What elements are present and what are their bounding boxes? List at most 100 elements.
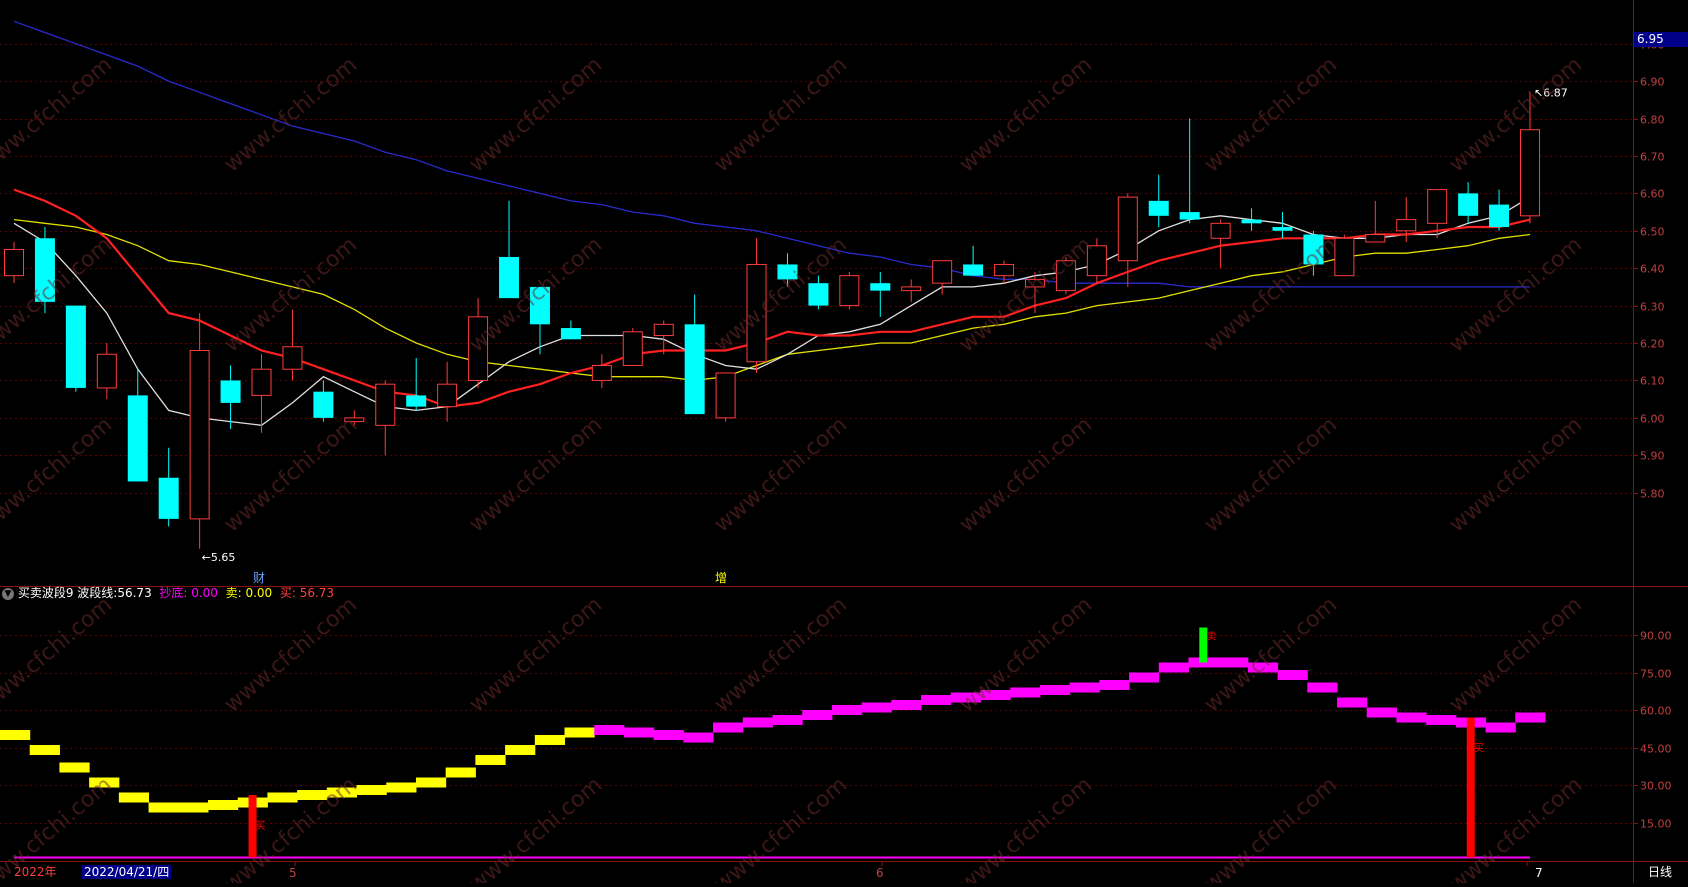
candle-body: [96, 353, 117, 389]
event-marker-zeng[interactable]: 增: [715, 571, 727, 585]
wave-step-segment: [386, 782, 417, 793]
wave-step-segment: [59, 762, 90, 773]
indicator-tick-label: 30.00: [1640, 780, 1672, 793]
wave-step-segment: [861, 702, 892, 713]
wave-step-segment: [891, 700, 922, 710]
buy-signal-bar: [1466, 717, 1475, 858]
candle-body: [1334, 237, 1355, 277]
candle-body: [901, 286, 922, 292]
wave-step-segment: [623, 727, 655, 738]
candle-body: [437, 383, 458, 408]
buy-signal-label: 买: [256, 820, 266, 832]
wave-step-segment: [356, 785, 387, 795]
wave-step-segment: [0, 730, 31, 740]
wave-line-value: 56.73: [117, 586, 152, 600]
candle: [839, 271, 860, 310]
wave-step-segment: [1069, 682, 1100, 693]
price-tick-label: 6.40: [1640, 263, 1665, 276]
candle-body: [1241, 219, 1262, 224]
wave-step-segment: [683, 732, 714, 743]
candle-body: [1117, 196, 1138, 262]
candle-body: [375, 383, 396, 426]
price-tick-label: 6.60: [1640, 188, 1665, 201]
candle: [715, 372, 736, 422]
indicator-tick-label: 90.00: [1640, 630, 1672, 643]
wave-step-segment: [921, 695, 952, 705]
buy-signal-label: 买: [1474, 743, 1484, 755]
wave-step-segment: [1158, 662, 1189, 673]
wave-step-segment: [415, 777, 447, 788]
wave-step-segment: [148, 802, 179, 813]
wave-step-segment: [1396, 712, 1427, 723]
indicator-tick-label: 60.00: [1640, 705, 1672, 718]
candle-body: [282, 346, 303, 370]
wave-step-segment: [178, 802, 209, 813]
candle-body: [715, 372, 736, 419]
candle-body: [994, 263, 1015, 277]
period-selector[interactable]: 日线: [1648, 865, 1672, 879]
wave-step-segment: [1337, 697, 1368, 708]
wave-step-segment: [29, 745, 60, 755]
wave-step-segment: [653, 730, 684, 740]
candle-body: [127, 395, 148, 482]
wave-step-segment: [594, 725, 625, 735]
price-tick-label: 5.80: [1640, 488, 1665, 501]
price-tick-label: 6.70: [1640, 151, 1665, 164]
candle-body: [251, 368, 272, 396]
low-price-label: ←5.65: [202, 551, 236, 564]
wave-step-segment: [742, 717, 773, 728]
indicator-tick-label: 75.00: [1640, 668, 1672, 681]
candle-body: [1458, 193, 1479, 216]
candle-body: [870, 283, 891, 291]
candle-body: [808, 283, 829, 306]
price-cursor-label: 6.95: [1634, 32, 1688, 47]
candle-body: [1272, 227, 1293, 231]
wave-step-segment: [475, 755, 506, 765]
wave-step-segment: [534, 735, 566, 745]
candle-body: [1489, 204, 1510, 228]
candle-body: [963, 264, 984, 276]
candle-body: [684, 324, 705, 415]
price-tick-label: 6.80: [1640, 114, 1665, 127]
sell-label: 卖:: [225, 586, 242, 600]
candle-body: [560, 328, 581, 340]
wave-step-segment: [207, 800, 239, 810]
price-tick-label: 6.10: [1640, 375, 1665, 388]
candle: [65, 305, 86, 392]
candle-body: [406, 395, 427, 407]
wave-step-segment: [1485, 722, 1516, 733]
chaodi-label: 抄底:: [159, 586, 188, 600]
wave-step-segment: [1039, 685, 1071, 695]
indicator-toggle-icon[interactable]: ▼: [2, 587, 14, 600]
candle-body: [591, 364, 612, 381]
candle-body: [220, 380, 241, 403]
wave-step-segment: [831, 705, 863, 715]
wave-step-segment: [505, 745, 536, 755]
event-marker-cai[interactable]: 财: [253, 571, 265, 585]
time-axis-label-jun: 6: [876, 866, 884, 880]
chart-canvas: 7.006.906.806.706.606.506.406.306.206.10…: [0, 0, 1688, 887]
candle-body: [189, 350, 210, 520]
candle-body: [1396, 219, 1417, 232]
candle-body: [4, 248, 24, 277]
wave-step-segment: [267, 792, 298, 803]
buy-label: 买:: [279, 586, 296, 600]
stock-chart: 7.006.906.806.706.606.506.406.306.206.10…: [0, 0, 1688, 887]
candle-body: [1179, 212, 1200, 220]
time-axis-label-may: 5: [289, 866, 297, 880]
candle-body: [1148, 200, 1169, 216]
chaodi-value: 0.00: [191, 586, 218, 600]
candle-body: [65, 305, 86, 388]
candle-body: [1427, 189, 1448, 224]
price-tick-label: 6.30: [1640, 301, 1665, 314]
date-cursor-label: 2022/04/21/四: [82, 865, 172, 879]
wave-line-label: 波段线:: [77, 586, 118, 600]
buy-value: 56.73: [299, 586, 335, 600]
candle-body: [499, 256, 520, 299]
wave-step-segment: [1515, 712, 1546, 723]
wave-step-segment: [1129, 672, 1160, 683]
wave-step-segment: [118, 792, 150, 803]
candle-body: [839, 275, 860, 307]
wave-step-segment: [445, 767, 476, 778]
wave-step-segment: [1010, 687, 1041, 698]
